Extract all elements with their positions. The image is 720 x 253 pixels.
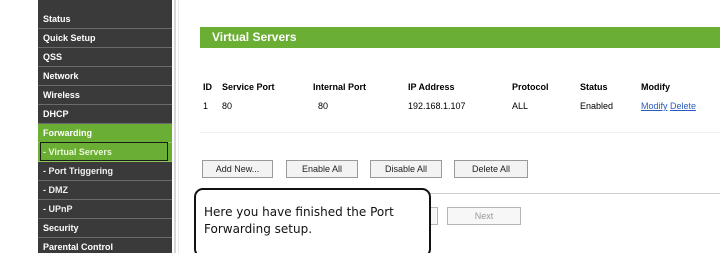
sidebar-item-forwarding[interactable]: Forwarding — [38, 124, 172, 143]
sidebar-item-qss[interactable]: QSS — [38, 48, 172, 67]
sidebar-item-security[interactable]: Security — [38, 219, 172, 238]
sidebar-item-parental-control[interactable]: Parental Control — [38, 238, 172, 253]
column-header-modify: Modify — [641, 82, 670, 92]
modify-link[interactable]: Modify — [641, 101, 668, 111]
sidebar-item-network[interactable]: Network — [38, 67, 172, 86]
sidebar-item-quick-setup[interactable]: Quick Setup — [38, 29, 172, 48]
column-header-id: ID — [203, 82, 212, 92]
cell-service-port: 80 — [222, 101, 233, 111]
sidebar-item-dmz[interactable]: - DMZ — [38, 181, 172, 200]
instruction-callout: Here you have finished the Port Forwardi… — [194, 188, 431, 253]
column-header-internal-port: Internal Port — [313, 82, 367, 92]
column-header-service-port: Service Port — [222, 82, 275, 92]
sidebar-item-upnp[interactable]: - UPnP — [38, 200, 172, 219]
page-header-bar: Virtual Servers — [200, 27, 720, 48]
cell-internal-port: 80 — [318, 101, 329, 111]
frame-divider-inner — [178, 0, 179, 253]
sidebar-item-wireless[interactable]: Wireless — [38, 86, 172, 105]
column-header-ip-address: IP Address — [408, 82, 455, 92]
delete-link[interactable]: Delete — [670, 101, 696, 111]
add-new-button[interactable]: Add New... — [202, 160, 273, 178]
cell-status: Enabled — [580, 101, 614, 111]
disable-all-button[interactable]: Disable All — [370, 160, 442, 178]
delete-all-button[interactable]: Delete All — [454, 160, 528, 178]
page-title: Virtual Servers — [212, 30, 297, 44]
cell-ip-address: 192.168.1.107 — [408, 101, 466, 111]
cell-id: 1 — [203, 101, 209, 111]
cell-protocol: ALL — [512, 101, 529, 111]
sidebar-item-port-triggering[interactable]: - Port Triggering — [38, 162, 172, 181]
selection-highlight-box — [40, 142, 168, 161]
column-header-protocol: Protocol — [512, 82, 549, 92]
row-divider — [200, 132, 720, 133]
column-header-status: Status — [580, 82, 608, 92]
sidebar-nav: Status Quick Setup QSS Network Wireless … — [38, 0, 172, 253]
sidebar-item-dhcp[interactable]: DHCP — [38, 105, 172, 124]
callout-text: Here you have finished the Port Forwardi… — [204, 205, 394, 236]
frame-divider — [174, 0, 176, 253]
sidebar-item-status[interactable]: Status — [38, 10, 172, 29]
enable-all-button[interactable]: Enable All — [286, 160, 358, 178]
next-button[interactable]: Next — [447, 207, 521, 225]
